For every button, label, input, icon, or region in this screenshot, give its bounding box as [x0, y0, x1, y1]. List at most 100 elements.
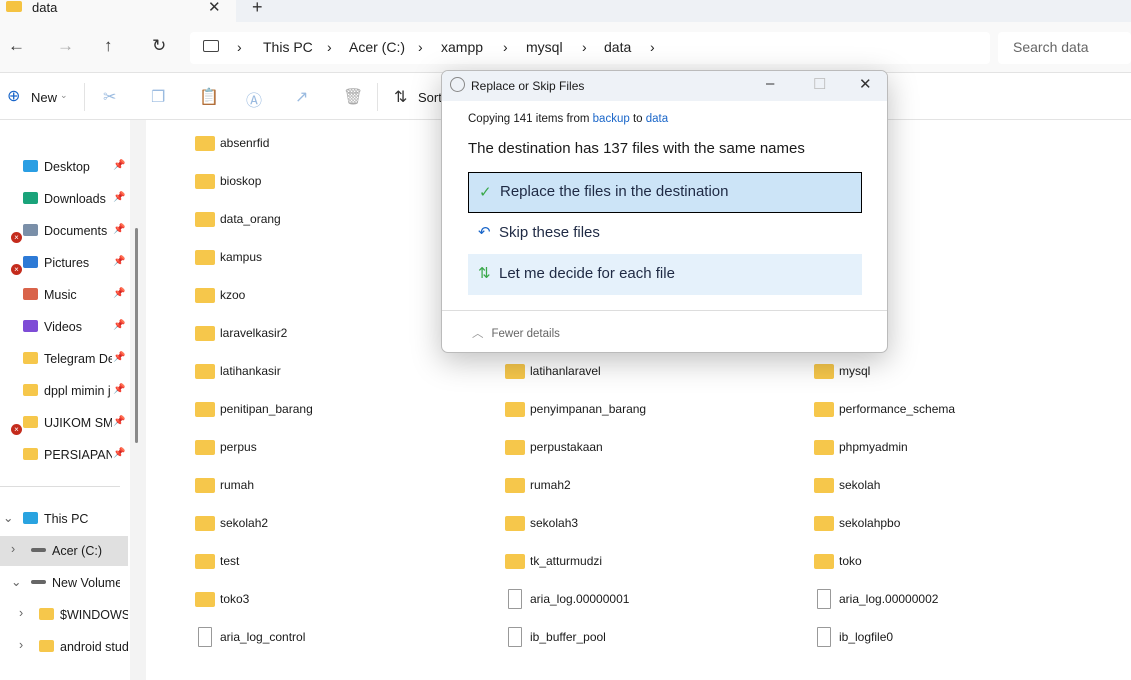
new-button[interactable]: New — [31, 90, 57, 105]
folder-icon — [814, 364, 834, 379]
share-icon[interactable]: ↗ — [295, 87, 308, 107]
back-button[interactable]: ← — [8, 36, 25, 56]
file-name: tk_atturmudzi — [530, 554, 603, 568]
error-badge-icon: × — [11, 264, 22, 275]
file-name: penitipan_barang — [220, 402, 313, 416]
chevron-icon[interactable]: ⌄ — [3, 510, 13, 525]
pin-icon[interactable]: 📌 — [113, 160, 125, 171]
file-name: kzoo — [220, 288, 246, 302]
breadcrumb-item[interactable]: This PC — [263, 39, 313, 55]
pin-icon[interactable]: 📌 — [113, 448, 125, 459]
folder-icon — [195, 440, 215, 455]
paste-icon[interactable]: 📋 — [199, 87, 219, 107]
sidebar-scrollbar[interactable] — [135, 228, 138, 443]
option-label: Replace the files in the destination — [500, 183, 729, 200]
library-icon — [23, 192, 38, 204]
sort-icon: ⇅ — [394, 89, 408, 106]
fewer-details-label: Fewer details — [491, 328, 560, 340]
sidebar-item[interactable]: Downloads 📌 — [0, 184, 128, 214]
file-name: laravelkasir2 — [220, 326, 288, 340]
new-tab-button[interactable]: + — [252, 0, 263, 18]
file-name: rumah — [220, 478, 255, 492]
chevron-icon[interactable]: › — [19, 606, 23, 620]
address-bar[interactable]: › This PC › Acer (C:) › xampp › mysql › … — [190, 32, 990, 64]
pin-icon[interactable]: 📌 — [113, 352, 125, 363]
breadcrumb-item[interactable]: data — [604, 39, 631, 55]
close-button[interactable]: ✕ — [859, 75, 872, 93]
library-icon — [23, 160, 38, 172]
pin-icon[interactable]: 📌 — [113, 384, 125, 395]
dialog-title-bar: Replace or Skip Files – ☐ ✕ — [442, 71, 887, 101]
delete-icon[interactable]: 🗑 — [343, 87, 363, 107]
file-name: data_orang — [220, 212, 281, 226]
pin-icon[interactable]: 📌 — [113, 288, 125, 299]
breadcrumb-item[interactable]: xampp — [441, 39, 483, 55]
sidebar-item[interactable]: × Pictures 📌 — [0, 248, 128, 278]
tree-item[interactable]: › $WINDOWS.~ — [0, 600, 128, 630]
sidebar-item-label: PERSIAPAN U — [44, 448, 112, 462]
forward-button[interactable]: → — [57, 36, 74, 56]
refresh-button[interactable]: ↻ — [152, 36, 166, 56]
copy-icon[interactable]: ❐ — [151, 87, 165, 107]
navigation-pane: Desktop 📌 Downloads 📌 × Documents 📌 × Pictures 📌 M… — [0, 120, 130, 680]
rename-icon[interactable]: Ⓐ — [246, 87, 262, 111]
file-icon — [817, 589, 831, 609]
file-name: ib_buffer_pool — [530, 630, 606, 644]
chevron-icon[interactable]: ⌄ — [11, 574, 21, 589]
chevron-icon[interactable]: › — [11, 542, 15, 556]
file-icon — [508, 627, 522, 647]
folder-icon — [505, 402, 525, 417]
folder-icon — [814, 554, 834, 569]
sidebar-item[interactable]: Music 📌 — [0, 280, 128, 310]
sidebar-item[interactable]: Desktop 📌 — [0, 152, 128, 182]
source-link[interactable]: backup — [593, 113, 630, 125]
tree-item-label: android stud — [60, 640, 128, 654]
file-name: aria_log.00000001 — [530, 592, 630, 606]
destination-link[interactable]: data — [646, 113, 668, 125]
library-icon — [23, 256, 38, 268]
sidebar-item[interactable]: PERSIAPAN U📌 — [0, 440, 128, 470]
chevron-icon[interactable]: › — [19, 638, 23, 652]
breadcrumb-item[interactable]: mysql — [526, 39, 563, 55]
sidebar-item-label: Downloads — [44, 192, 106, 206]
tab-data[interactable]: data ✕ — [0, 0, 236, 22]
tree-item[interactable]: › Acer (C:) — [0, 536, 128, 566]
folder-icon — [505, 440, 525, 455]
file-name: aria_log.00000002 — [839, 592, 939, 606]
file-icon — [508, 589, 522, 609]
pin-icon[interactable]: 📌 — [113, 192, 125, 203]
up-button[interactable]: ↑ — [104, 36, 113, 56]
file-name: sekolah3 — [530, 516, 579, 530]
close-tab-icon[interactable]: ✕ — [208, 0, 221, 16]
file-name: sekolah — [839, 478, 881, 492]
pin-icon[interactable]: 📌 — [113, 320, 125, 331]
sort-button[interactable]: Sort — [418, 90, 442, 105]
breadcrumb-item[interactable]: Acer (C:) — [349, 39, 405, 55]
tree-item[interactable]: ⌄ New Volume (I — [0, 568, 128, 598]
tree-item[interactable]: ⌄ This PC — [0, 504, 128, 534]
cut-icon[interactable]: ✂ — [103, 87, 116, 107]
pin-icon[interactable]: 📌 — [113, 224, 125, 235]
fewer-details-button[interactable]: ︿ Fewer details — [472, 325, 560, 341]
minimize-button[interactable]: – — [766, 75, 774, 92]
file-icon — [198, 627, 212, 647]
sidebar-item[interactable]: × UJIKOM SMT📌 — [0, 408, 128, 438]
folder-icon — [23, 384, 38, 396]
sidebar-item[interactable]: × Documents 📌 — [0, 216, 128, 246]
sidebar-item[interactable]: Telegram Des📌 — [0, 344, 128, 374]
option-label: Let me decide for each file — [499, 265, 675, 282]
sidebar-item-label: Telegram Des — [44, 352, 112, 366]
pin-icon[interactable]: 📌 — [113, 256, 125, 267]
search-input[interactable]: Search data — [998, 32, 1131, 64]
skip-option[interactable]: ↶ Skip these files — [468, 213, 862, 254]
file-name: sekolahpbo — [839, 516, 901, 530]
sidebar-item-label: dppl mimin j — [44, 384, 111, 398]
pin-icon[interactable]: 📌 — [113, 416, 125, 427]
sidebar-item[interactable]: dppl mimin j 📌 — [0, 376, 128, 406]
tree-item[interactable]: › android stud — [0, 632, 128, 662]
sidebar-item[interactable]: Videos 📌 — [0, 312, 128, 342]
replace-option[interactable]: ✓ Replace the files in the destination — [468, 172, 862, 213]
decide-option[interactable]: ⇅ Let me decide for each file — [468, 254, 862, 295]
file-name: toko3 — [220, 592, 250, 606]
file-name: bioskop — [220, 174, 262, 188]
